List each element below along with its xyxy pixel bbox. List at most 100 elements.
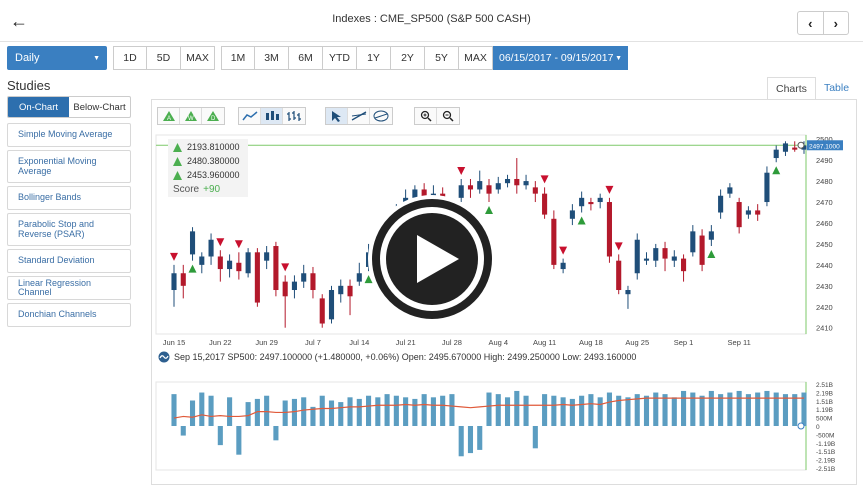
volume-bar xyxy=(236,426,242,455)
volume-bar xyxy=(671,397,677,426)
volume-bar xyxy=(208,395,214,426)
volume-bar xyxy=(532,426,538,449)
candle xyxy=(588,202,594,205)
y-tick-label: 2440 xyxy=(816,261,833,270)
volume-bar xyxy=(449,394,455,426)
candle xyxy=(171,273,177,291)
volume-bar xyxy=(384,394,390,426)
candle xyxy=(745,210,751,215)
volume-tick-label: -1.51B xyxy=(816,449,835,456)
candle xyxy=(189,231,196,255)
candle xyxy=(227,260,233,270)
x-tick-label: Aug 11 xyxy=(533,338,556,347)
volume-tick-label: -500M xyxy=(816,432,834,439)
x-tick-label: Aug 4 xyxy=(488,338,508,347)
candle xyxy=(180,273,186,286)
candle xyxy=(273,246,279,291)
play-video-button[interactable] xyxy=(365,192,499,326)
volume-bar xyxy=(189,400,196,426)
candle xyxy=(579,197,585,207)
volume-bar xyxy=(625,397,631,426)
y-tick-label: 2450 xyxy=(816,240,833,249)
candle xyxy=(773,149,779,159)
volume-bar xyxy=(681,390,687,426)
candle xyxy=(764,172,770,203)
volume-tick-label: 0 xyxy=(816,424,820,431)
volume-bar xyxy=(264,395,270,426)
x-tick-label: Sep 11 xyxy=(728,338,751,347)
volume-bar xyxy=(782,394,789,426)
y-tick-label: 2470 xyxy=(816,198,833,207)
candle xyxy=(477,181,483,190)
volume-bar xyxy=(504,397,511,426)
wave-icon xyxy=(158,351,170,363)
crosshair-marker xyxy=(797,141,805,149)
sell-signal-icon xyxy=(216,238,225,247)
score: Score +90 xyxy=(173,184,220,195)
x-tick-label: Aug 18 xyxy=(579,338,603,347)
volume-bar xyxy=(718,394,724,426)
volume-bar xyxy=(180,426,186,436)
volume-tick-label: 500M xyxy=(816,416,832,423)
volume-bar xyxy=(403,397,409,426)
candle xyxy=(662,248,668,259)
candle xyxy=(616,260,622,291)
score-label: Score xyxy=(173,184,200,195)
x-tick-label: Jul 14 xyxy=(349,338,369,347)
volume-bar xyxy=(643,395,650,426)
candle xyxy=(328,290,335,320)
candle xyxy=(347,285,353,297)
candle xyxy=(634,239,640,274)
candle xyxy=(560,262,566,270)
sell-signal-icon xyxy=(457,166,466,175)
volume-bar xyxy=(171,394,177,426)
x-tick-label: Jul 28 xyxy=(442,338,462,347)
buy-signal-icon xyxy=(707,250,716,259)
candle xyxy=(356,273,362,282)
volume-bar xyxy=(217,426,223,446)
candle xyxy=(217,256,223,270)
volume-bar xyxy=(708,390,714,426)
legend-value: 2193.810000 xyxy=(187,142,240,152)
candle xyxy=(542,193,548,215)
volume-tick-label: -2.51B xyxy=(816,466,835,473)
volume-bar xyxy=(440,395,446,426)
volume-bar xyxy=(338,402,344,426)
up-signal-icon xyxy=(173,142,182,152)
volume-bar xyxy=(412,398,418,426)
buy-signal-icon xyxy=(772,166,781,175)
volume-bar xyxy=(792,394,798,426)
sell-signal-icon xyxy=(234,240,243,249)
volume-bar xyxy=(745,394,751,426)
candle xyxy=(736,202,742,228)
candle xyxy=(504,178,511,184)
up-signal-icon xyxy=(173,156,182,166)
volume-bar xyxy=(551,395,557,426)
volume-tick-label: -2.19B xyxy=(816,458,835,465)
volume-bar xyxy=(328,400,335,426)
volume-bar xyxy=(366,395,372,426)
volume-crosshair-marker xyxy=(797,422,805,430)
candle xyxy=(569,210,575,219)
volume-bar xyxy=(588,394,594,426)
volume-tick-label: 2.19B xyxy=(816,390,833,397)
price-label: 2497.1000 xyxy=(809,143,840,150)
volume-bar xyxy=(430,397,436,426)
candle xyxy=(319,298,325,324)
quote-info-text: Sep 15,2017 SP500: 2497.100000 (+1.48000… xyxy=(174,352,637,362)
volume-bar xyxy=(736,390,742,426)
y-tick-label: 2480 xyxy=(816,177,833,186)
sell-signal-icon xyxy=(559,246,568,255)
y-tick-label: 2460 xyxy=(816,219,833,228)
sell-signal-icon xyxy=(605,185,614,194)
candle xyxy=(514,178,520,186)
candle xyxy=(792,147,798,150)
volume-bar xyxy=(560,397,566,426)
volume-bar xyxy=(458,426,464,457)
volume-bar xyxy=(319,395,325,426)
candle xyxy=(625,290,631,295)
sell-signal-icon xyxy=(540,175,549,184)
y-tick-label: 2490 xyxy=(816,156,833,165)
candle xyxy=(310,273,316,291)
volume-bar xyxy=(606,392,612,426)
